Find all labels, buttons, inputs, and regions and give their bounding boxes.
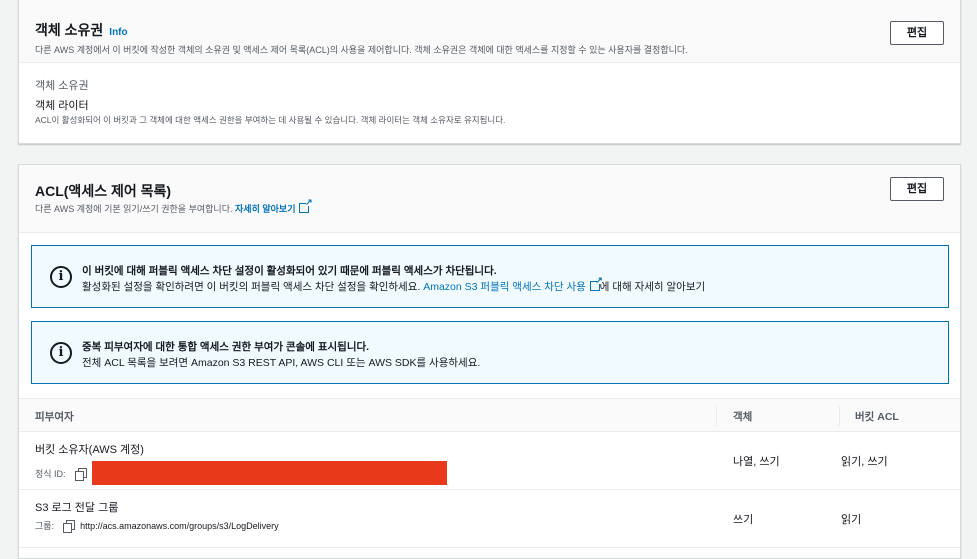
object-ownership-field-hint: ACL이 활성화되어 이 버킷과 그 객체에 대한 액세스 권한을 부여하는 데… — [35, 115, 506, 125]
grantee-name: 버킷 소유자(AWS 계정) — [35, 444, 144, 456]
object-ownership-header: 객체 소유권 Info 다른 AWS 계정에서 이 버킷에 작성한 객체의 소유권… — [19, 0, 960, 63]
grantee-detail: 정식 ID: — [35, 461, 447, 485]
grantee-detail-value: http://acs.amazonaws.com/groups/s3/LogDe… — [80, 520, 279, 531]
acl-header: ACL(액세스 제어 목록) 다른 AWS 계정에 기본 읽기/쓰기 권한을 부… — [19, 165, 960, 233]
alert-title: 중복 피부여자에 대한 통합 액세스 권한 부여가 콘솔에 표시됩니다. — [82, 341, 370, 353]
grantee-name: S3 로그 전달 그룹 — [35, 502, 119, 514]
object-ownership-description: 다른 AWS 계정에서 이 버킷에 작성한 객체의 소유권 및 액세스 제어 목… — [35, 45, 688, 55]
external-link-icon — [299, 198, 312, 213]
block-public-access-link[interactable]: Amazon S3 퍼블릭 액세스 차단 사용 — [423, 281, 586, 293]
redacted-canonical-id — [91, 461, 447, 485]
copy-icon[interactable] — [74, 467, 87, 481]
alert-body: 전체 ACL 목록을 보려면 Amazon S3 REST API, AWS C… — [82, 357, 481, 369]
grantee-detail-label: 그룹: — [35, 521, 55, 531]
column-divider — [716, 406, 717, 426]
column-header-grantee: 피부여자 — [35, 411, 74, 423]
column-header-objects: 객체 — [733, 411, 753, 423]
column-divider — [839, 406, 840, 426]
object-ownership-field-label: 객체 소유권 — [35, 80, 89, 92]
bucket-acl-permissions: 읽기, 쓰기 — [841, 456, 888, 468]
bucket-acl-permissions: 읽기 — [841, 514, 862, 526]
alert-body-suffix: 에 대해 자세히 알아보기 — [599, 281, 706, 293]
acl-grantees-table: 피부여자 객체 버킷 ACL 버킷 소유자(AWS 계정) 정식 ID: 나열,… — [19, 398, 960, 548]
info-link[interactable]: Info — [109, 27, 127, 38]
external-link-icon — [589, 276, 603, 291]
objects-permissions: 쓰기 — [733, 514, 754, 526]
object-ownership-title: 객체 소유권 Info — [35, 20, 128, 40]
table-header: 피부여자 객체 버킷 ACL — [19, 398, 960, 432]
grantee-detail-label: 정식 ID: — [35, 468, 66, 479]
object-ownership-field-value: 객체 라이터 — [35, 100, 89, 112]
table-row: S3 로그 전달 그룹 그룹: http://acs.amazonaws.com… — [19, 490, 960, 548]
acl-description-text: 다른 AWS 계정에 기본 읽기/쓰기 권한을 부여합니다. — [35, 204, 233, 214]
table-row: 버킷 소유자(AWS 계정) 정식 ID: 나열, 쓰기 읽기, 쓰기 — [19, 432, 960, 490]
acl-title: ACL(액세스 제어 목록) — [35, 183, 172, 199]
objects-permissions: 나열, 쓰기 — [733, 456, 780, 468]
consolidated-grants-alert: i 중복 피부여자에 대한 통합 액세스 권한 부여가 콘솔에 표시됩니다. 전… — [31, 321, 949, 384]
edit-acl-button[interactable]: 편집 — [890, 177, 944, 201]
alert-title: 이 버킷에 대해 퍼블릭 액세스 차단 설정이 활성화되어 있기 때문에 퍼블릭… — [82, 265, 497, 277]
acl-description: 다른 AWS 계정에 기본 읽기/쓰기 권한을 부여합니다. 자세히 알아보기 — [35, 198, 312, 215]
edit-object-ownership-button[interactable]: 편집 — [890, 21, 944, 45]
copy-icon[interactable] — [63, 520, 76, 533]
learn-more-link[interactable]: 자세히 알아보기 — [235, 204, 295, 214]
info-icon: i — [50, 266, 72, 288]
object-ownership-title-text: 객체 소유권 — [35, 22, 104, 38]
public-access-blocked-alert: i 이 버킷에 대해 퍼블릭 액세스 차단 설정이 활성화되어 있기 때문에 퍼… — [31, 245, 949, 308]
acl-panel: ACL(액세스 제어 목록) 다른 AWS 계정에 기본 읽기/쓰기 권한을 부… — [18, 164, 961, 559]
alert-body: 활성화된 설정을 확인하려면 이 버킷의 퍼블릭 액세스 차단 설정을 확인하세… — [82, 276, 706, 294]
info-icon: i — [50, 342, 72, 364]
alert-body-text: 활성화된 설정을 확인하려면 이 버킷의 퍼블릭 액세스 차단 설정을 확인하세… — [82, 281, 421, 293]
object-ownership-panel: 객체 소유권 Info 다른 AWS 계정에서 이 버킷에 작성한 객체의 소유권… — [18, 0, 961, 144]
column-header-bucket-acl: 버킷 ACL — [855, 411, 899, 423]
grantee-detail: 그룹: http://acs.amazonaws.com/groups/s3/L… — [35, 519, 279, 533]
